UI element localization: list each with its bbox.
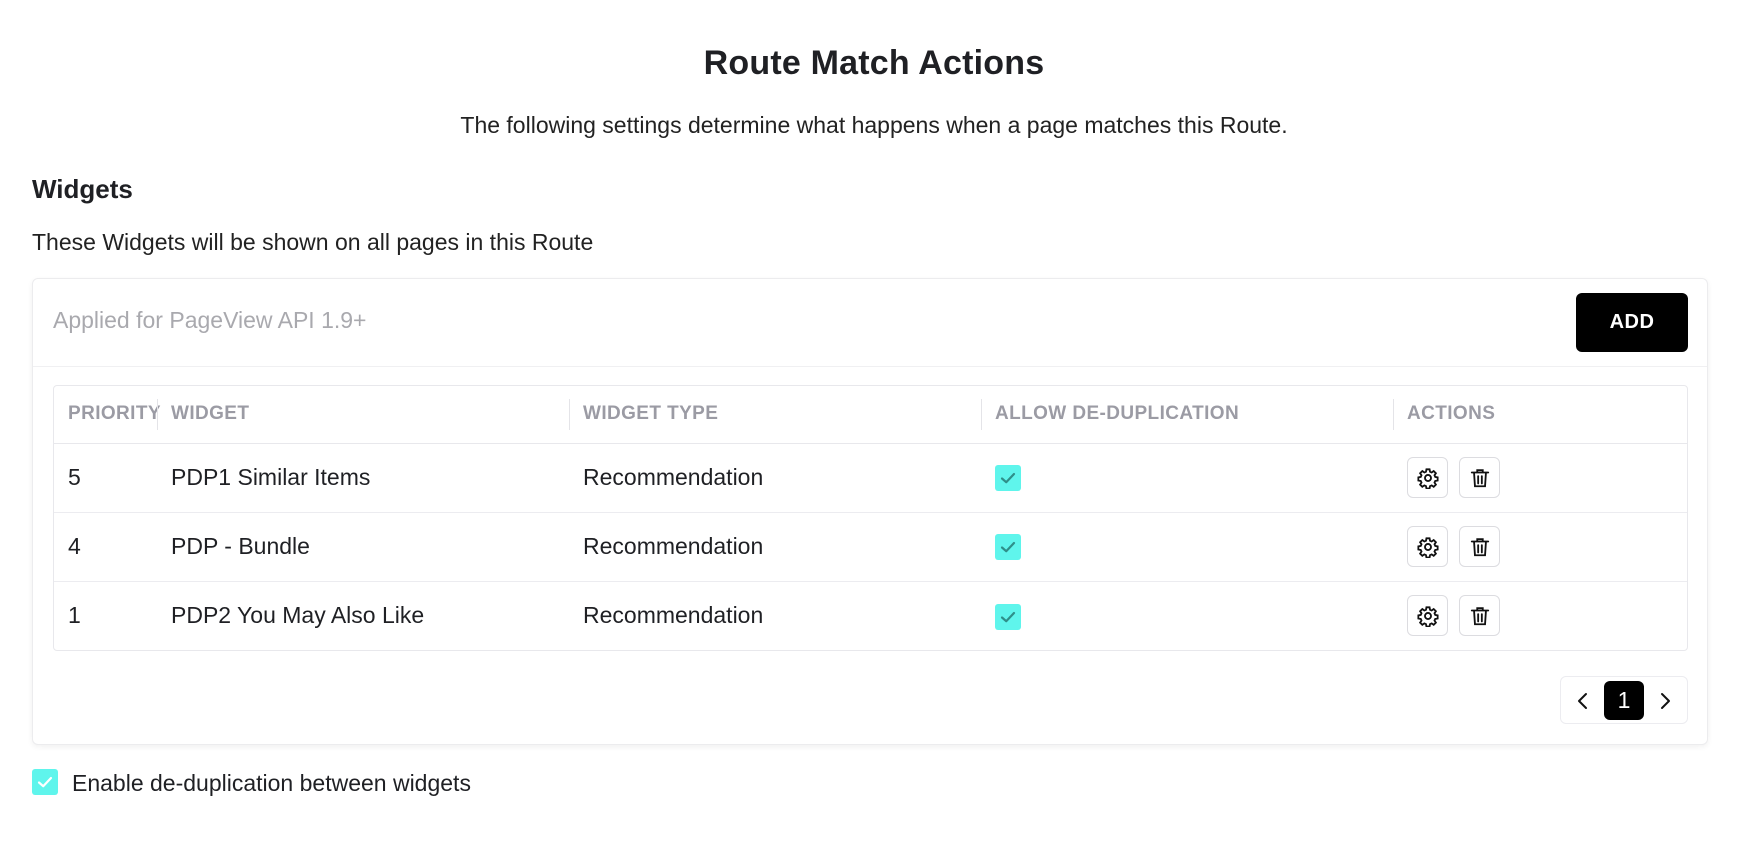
allow-dedup-checkbox[interactable] [995,465,1021,492]
widget-settings-button[interactable] [1407,457,1448,498]
widgets-section-title: Widgets [32,174,133,204]
column-header-widget[interactable]: WIDGET [157,386,569,444]
widget-name-cell: PDP - Bundle [157,512,569,582]
priority-cell: 5 [54,443,157,513]
check-icon [1000,473,1016,484]
gear-icon [1417,468,1439,489]
chevron-left-icon [1578,693,1587,709]
pagination: 1 [1560,676,1688,724]
column-header-label: PRIORITY [68,403,161,425]
priority-cell: 4 [54,512,157,582]
page-title: Route Match Actions [703,44,1045,82]
column-header-label: WIDGET [171,403,250,425]
enable-dedup-checkbox[interactable] [32,769,58,795]
widget-settings-button[interactable] [1407,526,1448,567]
table-row[interactable]: 5 PDP1 Similar Items Recommendation [54,443,1687,513]
route-match-actions-page: Route Match Actions The following settin… [0,0,1748,844]
allow-dedup-cell [981,581,1393,650]
allow-dedup-checkbox[interactable] [995,534,1021,561]
add-widget-button[interactable]: ADD [1576,293,1688,352]
widget-delete-button[interactable] [1459,595,1501,637]
trash-icon [1471,469,1490,488]
check-icon [1000,611,1016,623]
actions-cell [1393,512,1687,582]
widgets-table: PRIORITY WIDGET WIDGET TYPE ALLOW DE-DUP… [53,385,1688,651]
column-separator[interactable] [981,399,982,430]
actions-cell [1393,443,1687,513]
widget-name-cell: PDP1 Similar Items [157,443,569,513]
widget-type-cell: Recommendation [569,443,981,513]
column-header-label: ALLOW DE-DUPLICATION [995,403,1240,425]
column-header-priority[interactable]: PRIORITY [54,386,161,444]
enable-dedup-label[interactable]: Enable de-duplication between widgets [72,770,471,797]
gear-icon [1417,537,1439,558]
widgets-card: Applied for PageView API 1.9+ ADD PRIORI… [32,278,1708,745]
column-separator[interactable] [569,399,570,430]
widget-name-cell: PDP2 You May Also Like [171,602,425,629]
widgets-section-description: These Widgets will be shown on all pages… [32,229,594,255]
allow-dedup-cell [981,443,1393,513]
column-header-allow-dedup[interactable]: ALLOW DE-DUPLICATION [981,386,1393,444]
priority-cell: 1 [68,602,81,629]
column-separator[interactable] [157,399,158,430]
widgets-card-header: Applied for PageView API 1.9+ ADD [33,279,1707,367]
trash-icon [1471,607,1490,626]
api-version-note: Applied for PageView API 1.9+ [53,307,367,333]
column-header-label: ACTIONS [1407,403,1496,425]
table-header-row: PRIORITY WIDGET WIDGET TYPE ALLOW DE-DUP… [54,386,1687,444]
pagination-next-button[interactable] [1649,683,1683,719]
column-header-actions: ACTIONS [1393,386,1687,444]
widget-type-cell: Recommendation [569,512,981,582]
pagination-prev-button[interactable] [1565,683,1599,719]
page-subtitle: The following settings determine what ha… [460,112,1288,138]
checkbox-box [32,769,58,795]
check-icon [37,776,53,788]
allow-dedup-cell [981,512,1393,582]
widget-settings-button[interactable] [1407,595,1448,637]
widget-delete-button[interactable] [1459,457,1501,498]
actions-cell [1393,581,1687,650]
trash-icon [1471,538,1490,557]
allow-dedup-checkbox[interactable] [995,603,1021,630]
column-header-widget-type[interactable]: WIDGET TYPE [569,386,981,444]
column-separator[interactable] [1393,399,1394,430]
table-row[interactable]: 1 PDP2 You May Also Like Recommendation [54,581,1687,650]
table-row[interactable]: 4 PDP - Bundle Recommendation [54,512,1687,582]
column-header-label: WIDGET TYPE [583,403,719,425]
chevron-right-icon [1661,693,1670,709]
check-icon [1000,542,1016,553]
widget-delete-button[interactable] [1459,526,1501,567]
pagination-page-current[interactable]: 1 [1604,681,1644,720]
widget-type-cell: Recommendation [583,602,764,629]
gear-icon [1417,606,1439,628]
